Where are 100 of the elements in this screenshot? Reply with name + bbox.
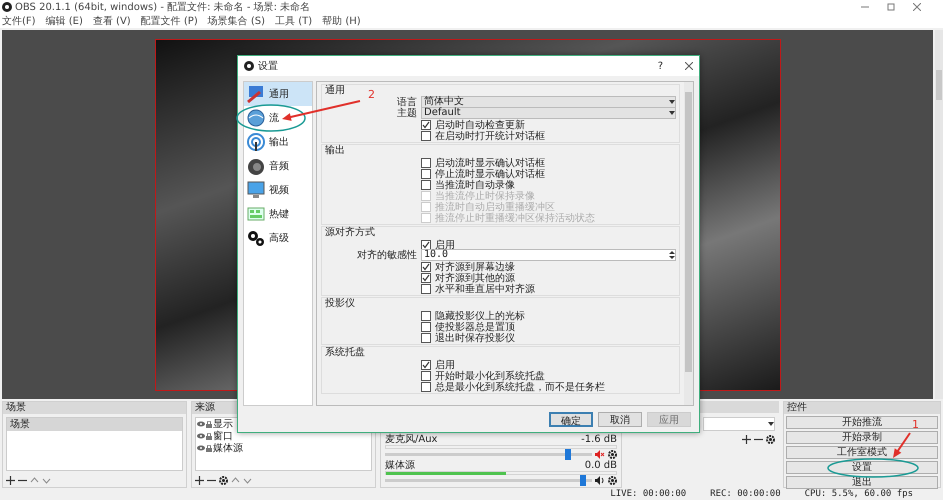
dropdown[interactable]: 简体中文 — [421, 96, 676, 108]
dialog-title: 设置 — [258, 60, 279, 73]
menu-item[interactable]: 文件(F) — [2, 14, 36, 28]
muted-speaker-icon — [595, 450, 605, 459]
gear-icon — [219, 476, 228, 485]
up-icon — [30, 476, 39, 485]
checkbox[interactable] — [421, 360, 431, 370]
menu-item[interactable]: 编辑 (E) — [46, 14, 83, 28]
category-item[interactable]: 高级 — [244, 226, 312, 250]
help-button[interactable]: ? — [658, 60, 663, 72]
spinner-arrows-icon — [669, 251, 675, 259]
source-item[interactable]: 媒体源 — [213, 441, 243, 455]
volume-reading: 0.0 dB — [584, 460, 617, 471]
antenna-icon — [246, 132, 266, 152]
window-title: OBS 20.1.1 (64bit, windows) - 配置文件: 未命名 - 场景: 未命名 — [15, 0, 312, 14]
down-icon — [243, 476, 252, 485]
checkbox[interactable] — [421, 262, 431, 272]
highlight-ellipse — [236, 104, 306, 132]
menu-item[interactable]: 场景集合 (S) — [208, 14, 266, 28]
category-item[interactable]: 输出 — [244, 130, 312, 154]
annotation-number: 1 — [912, 418, 919, 431]
control-button[interactable]: 工作室模式 — [786, 446, 938, 459]
caret-icon — [669, 100, 675, 104]
group-title: 通用 — [325, 85, 345, 96]
menu-item[interactable]: 工具 (T) — [275, 14, 312, 28]
checkbox[interactable] — [421, 240, 431, 250]
checkbox[interactable] — [421, 371, 431, 381]
checkbox-label: 启动流时显示确认对话框 — [435, 156, 545, 169]
checkbox-label: 对齐源到屏幕边缘 — [435, 260, 515, 273]
checkbox[interactable] — [421, 382, 431, 392]
slider-thumb[interactable] — [580, 475, 586, 486]
source-item[interactable]: 显示 — [213, 417, 233, 431]
panel-header: 控件 — [784, 402, 940, 414]
category-item[interactable]: 通用 — [244, 82, 312, 106]
globe-icon — [246, 108, 266, 128]
plus-icon — [6, 476, 15, 485]
control-button[interactable]: 退出 — [786, 476, 938, 489]
checkbox[interactable] — [421, 322, 431, 332]
panel-header: 场景 — [3, 402, 186, 414]
down-icon — [42, 476, 51, 485]
close-icon — [913, 3, 921, 11]
lock-icon — [206, 444, 212, 452]
monitor-icon — [246, 180, 266, 200]
category-item[interactable]: 音频 — [244, 154, 312, 178]
lock-icon — [206, 420, 212, 428]
checkbox-label: 水平和垂直居中对齐源 — [435, 282, 535, 296]
number-field[interactable]: 10.0 — [421, 249, 676, 261]
annotation-arrow — [893, 432, 911, 458]
checkbox-label: 当推流时自动录像 — [435, 178, 515, 191]
dialog-button[interactable]: 确定 — [549, 412, 593, 426]
checkbox[interactable] — [421, 273, 431, 283]
close-icon — [685, 62, 693, 70]
maximize-icon — [887, 3, 895, 11]
checkbox[interactable] — [421, 333, 431, 343]
scene-item[interactable]: 场景 — [7, 418, 182, 431]
checkbox-label: 对齐源到其他的源 — [435, 272, 515, 284]
dropdown[interactable]: Default — [421, 107, 676, 119]
category-item[interactable]: 热键 — [244, 202, 312, 226]
checkbox[interactable] — [421, 311, 431, 321]
field-label: 对齐的敏感性 — [356, 250, 417, 260]
checkbox-label: 启用 — [435, 238, 455, 251]
caret-icon — [669, 111, 675, 115]
app-logo-icon — [244, 61, 254, 71]
control-button[interactable]: 开始录制 — [786, 431, 938, 444]
checkbox-label: 启动时自动检查更新 — [435, 118, 525, 131]
menu-item[interactable]: 查看 (V) — [92, 14, 131, 28]
checkbox-label: 退出时保存投影仪 — [435, 332, 515, 345]
source-item[interactable]: 窗口 — [213, 429, 233, 443]
group-title: 系统托盘 — [325, 347, 365, 358]
rec-time: REC: 00:00:00 — [710, 489, 781, 499]
checkbox[interactable] — [421, 131, 431, 141]
field-label: 主题 — [396, 108, 417, 118]
checkbox[interactable] — [421, 158, 431, 168]
scrollbar[interactable] — [684, 82, 693, 405]
group-title: 输出 — [325, 145, 345, 156]
checkbox-label: 停止流时显示确认对话框 — [435, 168, 545, 180]
menu-item[interactable]: 配置文件 (P) — [140, 14, 198, 28]
checkbox-label: 开始时最小化到系统托盘 — [435, 370, 545, 382]
control-button[interactable]: 设置 — [786, 461, 938, 474]
checkbox[interactable] — [421, 284, 431, 294]
plus-icon — [195, 476, 204, 485]
checkbox-label: 推流停止时重播缓冲区保持活动状态 — [435, 212, 595, 225]
checkbox-label: 在启动时打开统计对话框 — [435, 130, 545, 143]
gear-icon — [766, 435, 775, 444]
channel-name: 媒体源 — [385, 460, 415, 471]
dialog-button[interactable]: 取消 — [598, 412, 642, 426]
up-icon — [231, 476, 240, 485]
caret-icon — [768, 422, 774, 426]
scrollbar[interactable] — [935, 30, 943, 399]
slider-thumb[interactable] — [565, 449, 572, 460]
group-title: 投影仪 — [325, 298, 355, 309]
checkbox[interactable] — [421, 120, 431, 130]
menu-item[interactable]: 帮助 (H) — [322, 14, 361, 28]
live-time: LIVE: 00:00:00 — [610, 489, 686, 499]
checkbox-label: 推流时自动启动重播缓冲区 — [435, 200, 555, 213]
category-item[interactable]: 视频 — [244, 178, 312, 202]
category-item[interactable]: 流 — [244, 106, 312, 130]
volume-reading: -1.6 dB — [581, 434, 617, 445]
checkbox[interactable] — [421, 180, 431, 190]
checkbox[interactable] — [421, 169, 431, 179]
